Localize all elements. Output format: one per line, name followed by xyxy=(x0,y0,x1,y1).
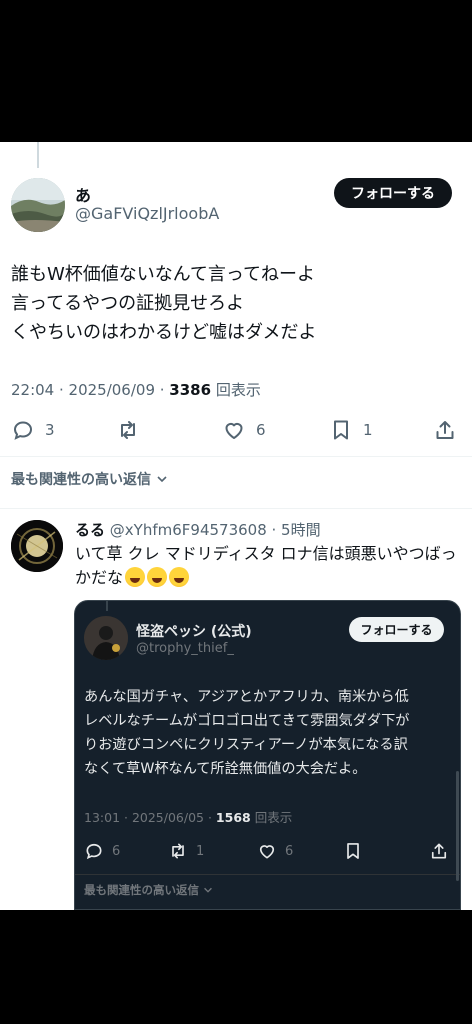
quoted-text-line: レベルなチームがゴロゴロ出てきて雰囲気ダダ下が xyxy=(84,713,410,729)
view-label: 回表示 xyxy=(211,381,261,399)
joy-emoji-icon xyxy=(125,567,146,587)
tweet-text-line: 言ってるやつの証拠見せろよ xyxy=(11,293,245,314)
cropped-toolbar xyxy=(0,142,472,148)
thread-line xyxy=(106,601,108,611)
quoted-bookmark-button[interactable] xyxy=(343,839,363,863)
embedded-tweet[interactable]: 怪盗ペッシ (公式) @trophy_thief_ フォローする あんな国ガチャ… xyxy=(74,600,461,910)
tweet-meta: 22:04 · 2025/06/09 · 3386 回表示 xyxy=(11,379,261,400)
reply-sort-dropdown[interactable]: 最も関連性の高い返信 xyxy=(11,469,169,489)
tweet-timestamp[interactable]: 22:04 · 2025/06/09 · xyxy=(11,381,169,399)
retweet-button[interactable] xyxy=(116,414,150,446)
glow-avatar-image xyxy=(11,520,63,572)
bookmark-count: 1 xyxy=(363,421,373,439)
share-icon xyxy=(431,843,447,859)
person-avatar-image xyxy=(84,616,128,660)
top-black-bar xyxy=(0,0,472,142)
reply-icon xyxy=(13,421,33,440)
action-bar: 3 6 1 xyxy=(0,414,472,446)
bookmark-icon xyxy=(334,420,348,440)
scrollbar[interactable] xyxy=(456,771,459,881)
display-name[interactable]: あ xyxy=(75,182,91,206)
quoted-retweet-button[interactable]: 1 xyxy=(168,839,204,863)
quoted-follow-button[interactable]: フォローする xyxy=(349,617,444,642)
share-icon xyxy=(436,421,454,439)
retweet-icon xyxy=(172,843,184,859)
reply-count: 3 xyxy=(45,421,55,439)
quoted-text-line: なくて草W杯なんて所詮無価値の大会だよ。 xyxy=(84,761,367,777)
joy-emoji-icon xyxy=(147,567,168,587)
quoted-timestamp[interactable]: 13:01 · 2025/06/05 · xyxy=(84,810,216,825)
reply-avatar[interactable] xyxy=(11,520,63,572)
quoted-like-button[interactable]: 6 xyxy=(257,839,293,863)
quoted-reply-button[interactable]: 6 xyxy=(84,839,120,863)
quoted-handle[interactable]: @trophy_thief_ xyxy=(136,641,234,656)
quoted-tweet-text: あんな国ガチャ、アジアとかアフリカ、南米から低 レベルなチームがゴロゴロ出てきて… xyxy=(84,685,454,781)
divider xyxy=(0,456,472,457)
quoted-reply-sort-dropdown[interactable]: 最も関連性の高い返信 xyxy=(84,882,214,898)
user-handle[interactable]: @GaFViQzlJrloobA xyxy=(75,204,219,223)
reply-button[interactable]: 3 xyxy=(11,414,55,446)
quoted-share-button[interactable] xyxy=(429,839,449,863)
quoted-retweet-count: 1 xyxy=(196,843,205,859)
share-button[interactable] xyxy=(433,414,457,446)
like-count: 6 xyxy=(256,421,266,439)
quoted-like-count: 6 xyxy=(285,843,294,859)
quoted-reply-count: 6 xyxy=(112,843,121,859)
reply-handle-time[interactable]: @xYhfm6F94573608 · 5時間 xyxy=(105,521,321,539)
tweet-text: 誰もW杯価値ないなんて言ってねーよ 言ってるやつの証拠見せろよ くやちいのはわか… xyxy=(11,260,461,347)
quoted-avatar[interactable] xyxy=(84,616,128,660)
quoted-text-line: あんな国ガチャ、アジアとかアフリカ、南米から低 xyxy=(84,689,409,705)
tweet-detail-card: あ @GaFViQzlJrloobA フォローする 誰もW杯価値ないなんて言って… xyxy=(0,142,472,910)
reply-text: いて草 クレ マドリディスタ ロナ信は頭悪いやつばっかだな xyxy=(75,542,465,590)
quoted-meta: 13:01 · 2025/06/05 · 1568 回表示 xyxy=(84,807,292,826)
bottom-black-bar xyxy=(0,910,472,1024)
reply-header: るる @xYhfm6F94573608 · 5時間 xyxy=(75,519,321,540)
chevron-down-icon xyxy=(157,476,167,483)
reply-icon xyxy=(86,843,102,860)
follow-button[interactable]: フォローする xyxy=(334,178,452,208)
heart-icon xyxy=(225,422,243,439)
quoted-view-count: 1568 xyxy=(215,810,251,825)
divider xyxy=(0,508,472,509)
reply-sort-label: 最も関連性の高い返信 xyxy=(11,472,151,488)
chevron-down-icon xyxy=(204,887,212,893)
divider xyxy=(75,874,460,875)
quoted-display-name[interactable]: 怪盗ペッシ (公式) xyxy=(136,621,252,641)
like-button[interactable]: 6 xyxy=(222,414,266,446)
quoted-reply-sort-label: 最も関連性の高い返信 xyxy=(84,883,199,897)
quoted-action-bar: 6 1 6 xyxy=(75,839,460,863)
view-count: 3386 xyxy=(169,381,212,399)
tweet-text-line: くやちいのはわかるけど嘘はダメだよ xyxy=(11,322,317,343)
reply-display-name[interactable]: るる xyxy=(75,521,105,539)
joy-emoji-icon xyxy=(169,567,190,587)
bookmark-icon xyxy=(347,843,359,859)
landscape-avatar-image xyxy=(11,178,65,232)
quoted-text-line: りお遊びコンペにクリスティアーノが本気になる訳 xyxy=(84,737,408,753)
bookmark-button[interactable]: 1 xyxy=(329,414,373,446)
tweet-text-line: 誰もW杯価値ないなんて言ってねーよ xyxy=(11,264,315,285)
heart-icon xyxy=(259,845,275,859)
thread-line xyxy=(37,142,39,168)
quoted-view-label: 回表示 xyxy=(250,810,293,825)
avatar[interactable] xyxy=(11,178,65,232)
retweet-icon xyxy=(121,421,135,439)
